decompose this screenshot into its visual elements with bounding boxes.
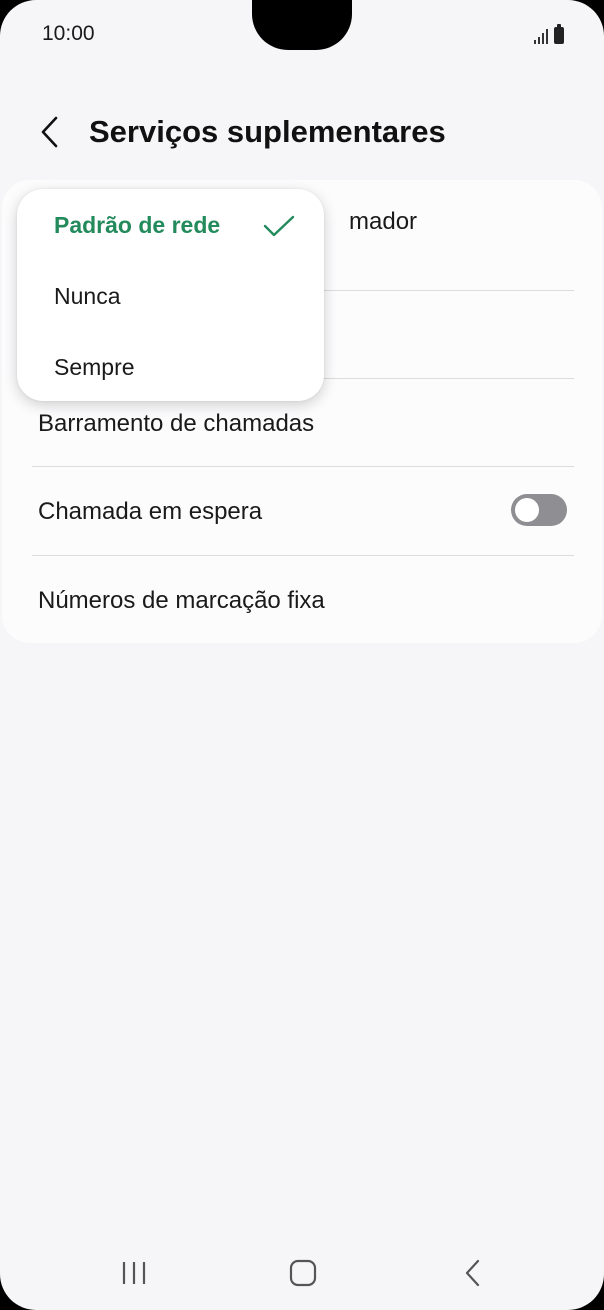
status-time: 10:00 [42,22,95,45]
settings-item-caller-id[interactable]: mador [349,208,417,236]
recent-apps-icon [122,1262,146,1284]
nav-back-button[interactable] [443,1250,503,1296]
navigation-bar [0,1240,604,1306]
settings-item-call-waiting[interactable]: Chamada em espera [38,498,262,526]
recent-apps-button[interactable] [104,1250,164,1296]
home-icon [289,1259,317,1287]
option-never[interactable]: Nunca [54,283,120,310]
home-button[interactable] [273,1250,333,1296]
option-always[interactable]: Sempre [54,354,135,381]
checkmark-icon [263,215,295,237]
camera-notch [252,0,352,50]
back-button[interactable] [28,108,72,156]
phone-screen: 10:00 Serviços suplementares mador Barra… [0,0,604,1310]
settings-item-fixed-dialing[interactable]: Números de marcação fixa [38,587,325,615]
option-network-default[interactable]: Padrão de rede [54,212,220,239]
settings-item-call-barring[interactable]: Barramento de chamadas [38,410,314,438]
status-icons [534,24,564,44]
chevron-left-icon [41,116,58,148]
app-header: Serviços suplementares [0,104,604,160]
back-icon [465,1259,480,1287]
signal-icon [534,28,548,44]
battery-icon [554,24,564,44]
caller-id-dropdown: Padrão de rede Nunca Sempre [17,189,324,401]
page-title: Serviços suplementares [89,114,446,149]
divider [32,466,574,467]
divider [32,555,574,556]
call-waiting-toggle[interactable] [511,494,567,526]
